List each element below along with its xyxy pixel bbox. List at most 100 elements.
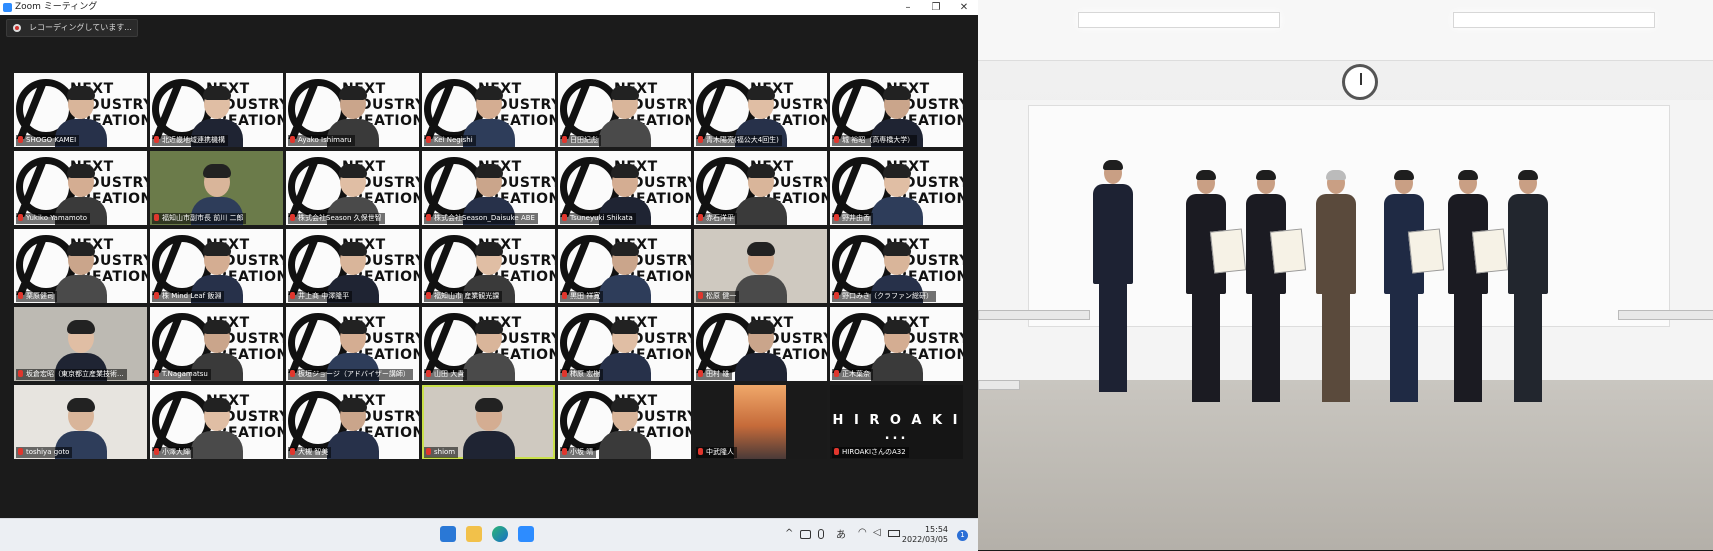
- muted-mic-icon: [698, 214, 703, 221]
- participant-tile[interactable]: NEXTINDUSTRYCREATION株 Mind Leaf 飯淵: [150, 229, 283, 303]
- participant-tile[interactable]: 坂倉宏昭（東京都立産業技術...: [14, 307, 147, 381]
- participant-tile[interactable]: NEXTINDUSTRYCREATION青木陽亮(福公大4回生): [694, 73, 827, 147]
- table: [1618, 310, 1713, 320]
- participant-tile[interactable]: NEXTINDUSTRYCREATION日田紀彪: [558, 73, 691, 147]
- participant-name: Ayako Ishimaru: [288, 135, 355, 146]
- close-button[interactable]: ✕: [950, 0, 978, 15]
- window-title: Zoom ミーティング: [15, 2, 98, 12]
- participant-tile[interactable]: NEXTINDUSTRYCREATION小澤大輝: [150, 385, 283, 459]
- participant-name: 正木葉奈: [832, 369, 873, 380]
- participant-tile[interactable]: NEXTINDUSTRYCREATION城 裕昭（高専橋大学）: [830, 73, 963, 147]
- muted-mic-icon: [698, 136, 703, 143]
- participant-tile[interactable]: H I R O A K I ... HIROAKIさんのA32: [830, 385, 963, 459]
- record-icon: [13, 24, 21, 32]
- webcam-icon[interactable]: [800, 530, 811, 539]
- participant-name: 小澤大輝: [152, 447, 193, 458]
- ime-indicator[interactable]: あ: [836, 526, 846, 541]
- participant-tile[interactable]: NEXTINDUSTRYCREATION黒田 祥寛: [558, 229, 691, 303]
- muted-mic-icon: [18, 448, 23, 455]
- participant-tile[interactable]: NEXTINDUSTRYCREATIONSHOGO KAMEI: [14, 73, 147, 147]
- participant-tile[interactable]: NEXTINDUSTRYCREATION株式会社Season_Daisuke A…: [422, 151, 555, 225]
- participant-initials: H I R O A K I ...: [832, 413, 961, 443]
- microphone-icon[interactable]: [818, 529, 824, 539]
- muted-mic-icon: [154, 136, 159, 143]
- participant-name: Kei Negishi: [424, 135, 476, 146]
- muted-mic-icon: [698, 292, 703, 299]
- clock-time: 15:54: [924, 525, 948, 534]
- participant-tile[interactable]: NEXTINDUSTRYCREATION山田 大貴: [422, 307, 555, 381]
- participant-name: 株 Mind Leaf 飯淵: [152, 291, 225, 302]
- participant-video: [190, 397, 243, 459]
- participant-tile[interactable]: shiom: [422, 385, 555, 459]
- muted-mic-icon: [426, 370, 431, 377]
- speaker-icon[interactable]: ◁: [873, 527, 881, 538]
- edge-icon[interactable]: [492, 526, 508, 542]
- participant-name: 松原 健一: [696, 291, 740, 302]
- participant-name: 大槻 智美: [288, 447, 332, 458]
- participant-tile[interactable]: 福知山市副市長 前川 二郎: [150, 151, 283, 225]
- participant-tile[interactable]: NEXTINDUSTRYCREATION大槻 智美: [286, 385, 419, 459]
- participant-tile[interactable]: toshiya goto: [14, 385, 147, 459]
- participant-tile[interactable]: 中武隆人: [694, 385, 827, 459]
- recording-indicator[interactable]: レコーディングしています...: [6, 19, 138, 37]
- tray-chevron-icon[interactable]: ^: [785, 528, 793, 539]
- participant-name: SHOGO KAMEI: [16, 135, 80, 146]
- participant-name: 山田 大貴: [424, 369, 468, 380]
- participant-name: 柿原 宏樹: [560, 369, 604, 380]
- battery-icon[interactable]: [888, 530, 900, 537]
- minimize-button[interactable]: –: [894, 0, 922, 15]
- maximize-button[interactable]: ❐: [922, 0, 950, 15]
- participant-tile[interactable]: NEXTINDUSTRYCREATION正木葉奈: [830, 307, 963, 381]
- participant-name: 黒田 祥寛: [560, 291, 604, 302]
- muted-mic-icon: [18, 370, 23, 377]
- participant-video: [734, 241, 787, 303]
- participant-video: [870, 319, 923, 381]
- participant-tile[interactable]: NEXTINDUSTRYCREATION北近畿地域連携機構: [150, 73, 283, 147]
- participant-tile[interactable]: NEXTINDUSTRYCREATION板垣ジョージ（アドバイザー講師）: [286, 307, 419, 381]
- participant-tile[interactable]: NEXTINDUSTRYCREATION野口みき（クラファン総研）: [830, 229, 963, 303]
- muted-mic-icon: [290, 448, 295, 455]
- muted-mic-icon: [290, 136, 295, 143]
- participant-tile[interactable]: NEXTINDUSTRYCREATION田村 雄: [694, 307, 827, 381]
- participant-tile[interactable]: NEXTINDUSTRYCREATIONKei Negishi: [422, 73, 555, 147]
- participant-tile[interactable]: NEXTINDUSTRYCREATION柿原 宏樹: [558, 307, 691, 381]
- participant-name: 田村 雄: [696, 369, 733, 380]
- muted-mic-icon: [426, 448, 431, 455]
- participant-tile[interactable]: NEXTINDUSTRYCREATION野井由香: [830, 151, 963, 225]
- participant-tile[interactable]: NEXTINDUSTRYCREATIONYukiko Yamamoto: [14, 151, 147, 225]
- participant-name: 野口みき（クラファン総研）: [832, 291, 936, 302]
- wifi-icon[interactable]: ◠: [858, 527, 867, 538]
- participant-name: Tsuneyuki Shikata: [560, 213, 636, 224]
- muted-mic-icon: [290, 292, 295, 299]
- muted-mic-icon: [834, 292, 839, 299]
- muted-mic-icon: [562, 214, 567, 221]
- windows-start-icon[interactable]: [440, 526, 456, 542]
- muted-mic-icon: [154, 214, 159, 221]
- participant-tile[interactable]: NEXTINDUSTRYCREATIONTsuneyuki Shikata: [558, 151, 691, 225]
- muted-mic-icon: [698, 370, 703, 377]
- standing-person: [1448, 170, 1509, 432]
- participant-name: 板垣ジョージ（アドバイザー講師）: [288, 369, 413, 380]
- participant-tile[interactable]: NEXTINDUSTRYCREATION赤石洋平: [694, 151, 827, 225]
- system-clock[interactable]: 15:54 2022/03/05: [902, 525, 948, 545]
- participant-tile[interactable]: NEXTINDUSTRYCREATION栗原健司: [14, 229, 147, 303]
- participant-tile[interactable]: NEXTINDUSTRYCREATION株式会社Season 久保世智: [286, 151, 419, 225]
- participant-tile[interactable]: NEXTINDUSTRYCREATION井上商 中澤隆平: [286, 229, 419, 303]
- participant-name: HIROAKIさんのA32: [832, 447, 909, 458]
- participant-name: Yukiko Yamamoto: [16, 213, 91, 224]
- standing-person: [1384, 170, 1445, 432]
- participant-name: 城 裕昭（高専橋大学）: [832, 135, 918, 146]
- participant-tile[interactable]: NEXTINDUSTRYCREATIONAyako Ishimaru: [286, 73, 419, 147]
- participant-name: toshiya goto: [16, 447, 73, 458]
- muted-mic-icon: [426, 136, 431, 143]
- file-explorer-icon[interactable]: [466, 526, 482, 542]
- participant-tile[interactable]: 松原 健一: [694, 229, 827, 303]
- muted-mic-icon: [154, 370, 159, 377]
- participant-tile[interactable]: NEXTINDUSTRYCREATION小坂 晴: [558, 385, 691, 459]
- participant-name: 中武隆人: [696, 447, 737, 458]
- notification-badge[interactable]: 1: [957, 530, 968, 541]
- zoom-taskbar-icon[interactable]: [518, 526, 534, 542]
- participant-tile[interactable]: NEXTINDUSTRYCREATIONT.Nagamatsu: [150, 307, 283, 381]
- participant-tile[interactable]: NEXTINDUSTRYCREATION福知山市 産業観光課: [422, 229, 555, 303]
- participant-name: 小坂 晴: [560, 447, 597, 458]
